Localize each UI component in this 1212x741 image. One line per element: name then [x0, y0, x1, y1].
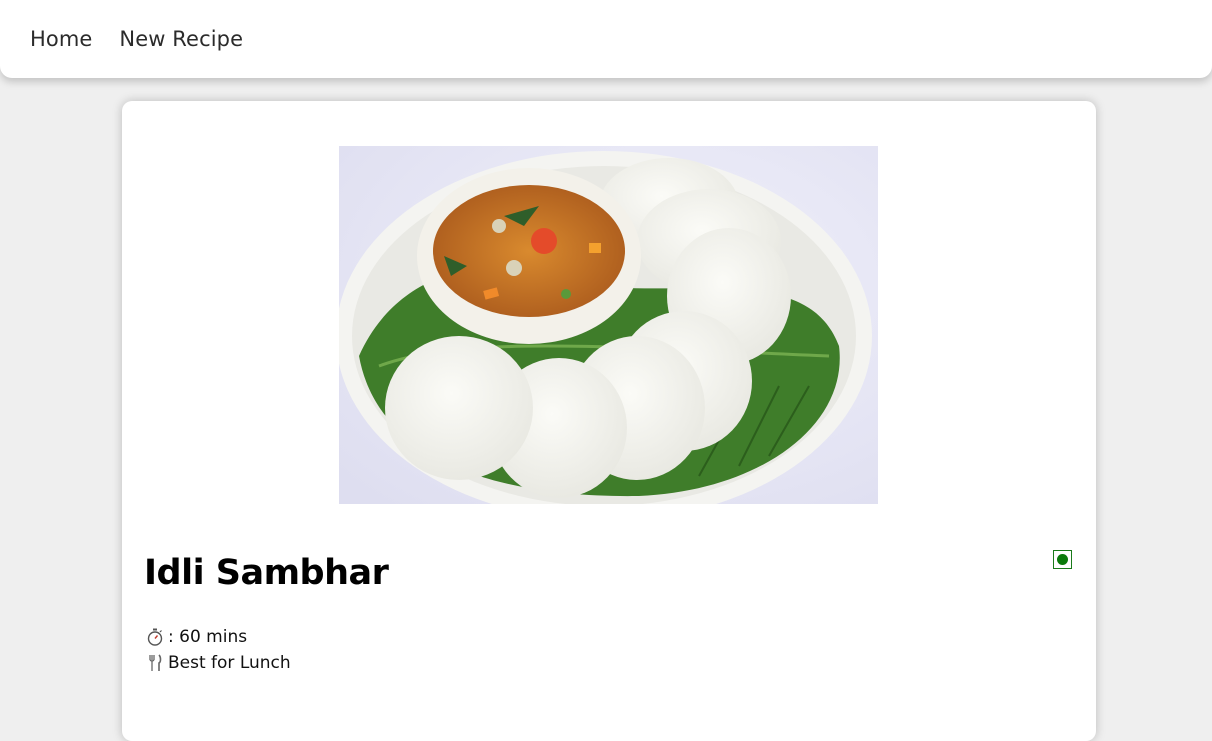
- recipe-meal-row: Best for Lunch: [146, 653, 291, 673]
- recipe-time-row: : 60 mins: [146, 627, 247, 647]
- top-navbar: Home New Recipe: [0, 0, 1212, 78]
- veg-indicator-icon: [1053, 550, 1072, 569]
- recipe-meal-text: Best for Lunch: [168, 653, 291, 673]
- stopwatch-icon: [146, 627, 164, 647]
- nav-home-link[interactable]: Home: [30, 27, 92, 51]
- veg-indicator-dot: [1057, 554, 1068, 565]
- fork-knife-icon: [146, 653, 164, 673]
- recipe-time-text: : 60 mins: [168, 627, 248, 647]
- recipe-card: Idli Sambhar : 60 mins Best for Lunch: [122, 101, 1096, 741]
- recipe-image: [339, 146, 878, 504]
- recipe-title: Idli Sambhar: [144, 553, 389, 593]
- nav-new-recipe-link[interactable]: New Recipe: [119, 27, 243, 51]
